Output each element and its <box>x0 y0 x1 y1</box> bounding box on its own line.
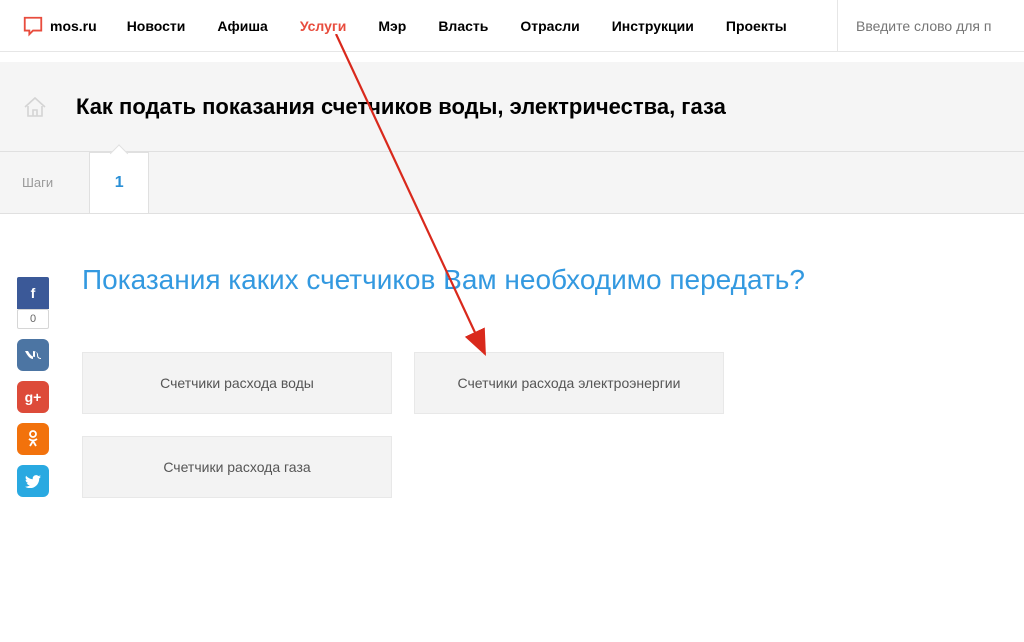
steps-label: Шаги <box>22 175 53 190</box>
logo-text: mos.ru <box>50 18 97 34</box>
share-googleplus[interactable]: g+ <box>17 381 49 413</box>
option-water[interactable]: Счетчики расхода воды <box>82 352 392 414</box>
logo-icon <box>22 15 44 37</box>
ok-icon <box>26 430 40 448</box>
vk-icon <box>24 350 42 360</box>
nav-instructions[interactable]: Инструкции <box>596 0 710 52</box>
nav-industries[interactable]: Отрасли <box>504 0 595 52</box>
share-facebook-count: 0 <box>17 309 49 329</box>
nav-services[interactable]: Услуги <box>284 0 363 52</box>
header: mos.ru Новости Афиша Услуги Мэр Власть О… <box>0 0 1024 52</box>
options-row-2: Счетчики расхода газа <box>82 436 1024 498</box>
social-rail: f 0 g+ <box>17 277 49 497</box>
share-ok[interactable] <box>17 423 49 455</box>
content: Показания каких счетчиков Вам необходимо… <box>0 214 1024 498</box>
question-heading: Показания каких счетчиков Вам необходимо… <box>82 264 1024 296</box>
steps-bar: Шаги 1 <box>0 152 1024 214</box>
share-vk[interactable] <box>17 339 49 371</box>
step-1-tab[interactable]: 1 <box>89 152 149 213</box>
twitter-icon <box>25 475 41 488</box>
nav-power[interactable]: Власть <box>422 0 504 52</box>
page-title: Как подать показания счетчиков воды, эле… <box>76 94 726 120</box>
search-area <box>837 0 1024 52</box>
option-electricity[interactable]: Счетчики расхода электроэнергии <box>414 352 724 414</box>
nav-mayor[interactable]: Мэр <box>362 0 422 52</box>
search-input[interactable] <box>856 18 1006 34</box>
option-gas[interactable]: Счетчики расхода газа <box>82 436 392 498</box>
nav-projects[interactable]: Проекты <box>710 0 803 52</box>
main-nav: Новости Афиша Услуги Мэр Власть Отрасли … <box>111 0 837 52</box>
share-twitter[interactable] <box>17 465 49 497</box>
page-header: Как подать показания счетчиков воды, эле… <box>0 62 1024 152</box>
home-icon[interactable] <box>22 95 48 119</box>
logo[interactable]: mos.ru <box>0 15 111 37</box>
share-facebook[interactable]: f <box>17 277 49 309</box>
options-row-1: Счетчики расхода воды Счетчики расхода э… <box>82 352 1024 414</box>
nav-afisha[interactable]: Афиша <box>201 0 283 52</box>
nav-news[interactable]: Новости <box>111 0 202 52</box>
